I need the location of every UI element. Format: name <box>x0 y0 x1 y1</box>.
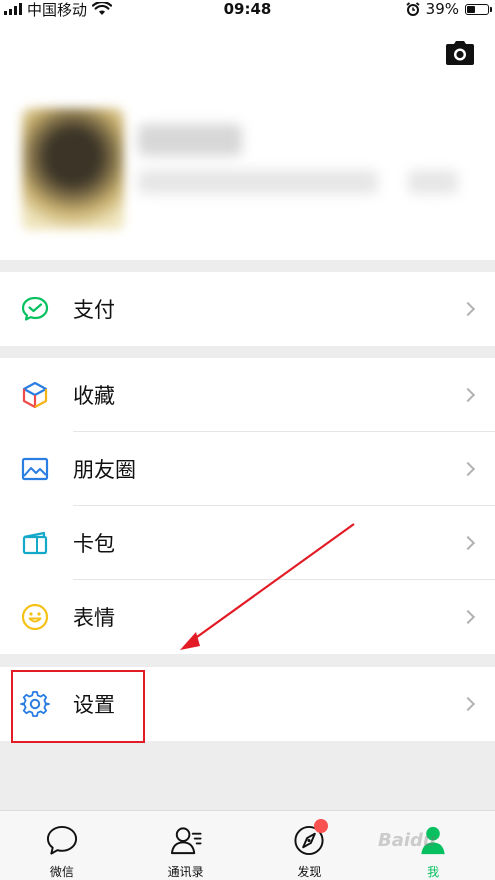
blurred-nickname <box>138 124 242 156</box>
pay-section: 支付 <box>0 272 495 346</box>
chevron-right-icon <box>460 387 476 403</box>
menu-item-cards[interactable]: 卡包 <box>0 506 495 580</box>
chat-bubble-icon <box>46 825 77 855</box>
menu-item-stickers[interactable]: 表情 <box>0 580 495 654</box>
menu-item-favorites-label: 收藏 <box>73 384 115 408</box>
menu-item-cards-label: 卡包 <box>73 532 115 556</box>
cube-icon <box>22 381 48 409</box>
chevron-right-icon <box>460 609 476 625</box>
battery-icon <box>465 3 492 15</box>
blurred-qr <box>408 170 458 194</box>
chevron-right-icon <box>460 461 476 477</box>
blurred-wechat-id <box>138 170 378 194</box>
chevron-right-icon <box>460 696 476 712</box>
menu-item-pay[interactable]: 支付 <box>0 272 495 346</box>
contacts-icon <box>170 827 202 855</box>
menu-item-moments[interactable]: 朋友圈 <box>0 432 495 506</box>
chevron-right-icon <box>460 535 476 551</box>
battery-fill <box>467 5 475 13</box>
status-right: 39% <box>406 0 492 18</box>
menu-item-favorites[interactable]: 收藏 <box>0 358 495 432</box>
tools-section: 收藏 朋友圈 卡包 表情 <box>0 358 495 654</box>
tab-label: 微信 <box>49 865 74 879</box>
notification-badge-dot <box>313 819 328 833</box>
menu-item-stickers-label: 表情 <box>73 606 115 630</box>
menu-item-moments-label: 朋友圈 <box>73 458 136 482</box>
tab-discover[interactable]: 发现 <box>248 811 372 880</box>
status-bar: 中国移动 09:48 39% <box>0 0 495 20</box>
wechat-pay-icon <box>21 296 49 321</box>
image-icon <box>21 457 49 481</box>
tab-label: 通讯录 <box>167 865 204 879</box>
smiley-icon <box>21 603 49 631</box>
tab-contacts[interactable]: 通讯录 <box>124 811 248 880</box>
tab-label: 发现 <box>297 865 322 879</box>
alarm-icon <box>406 2 420 16</box>
watermark: Baidu <box>378 830 436 851</box>
camera-icon[interactable] <box>445 40 475 66</box>
battery-percent: 39% <box>425 0 459 18</box>
annotation-highlight-box <box>11 670 145 743</box>
card-wallet-icon <box>22 531 48 555</box>
avatar[interactable] <box>22 108 124 230</box>
profile-header[interactable] <box>0 20 495 260</box>
chevron-right-icon <box>460 301 476 317</box>
menu-item-pay-label: 支付 <box>73 298 115 322</box>
tab-label: 我 <box>427 865 440 879</box>
tab-chats[interactable]: 微信 <box>0 811 124 880</box>
